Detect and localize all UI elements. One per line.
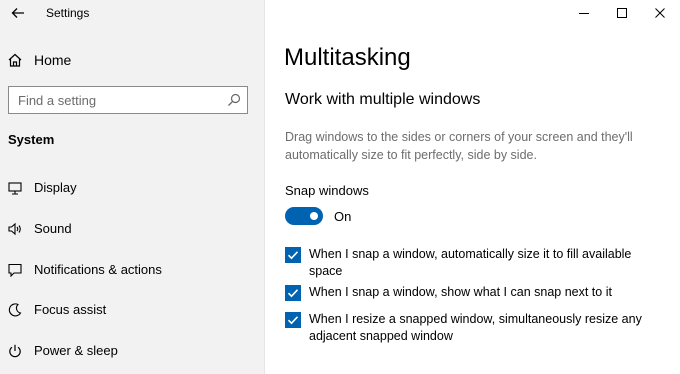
toggle-knob [310,212,318,220]
home-icon [8,53,22,67]
sidebar-item-label: Power & sleep [34,343,118,358]
option-label: When I snap a window, automatically size… [309,247,632,278]
focus-assist-icon [8,302,22,316]
sidebar-item-label: Display [34,180,77,195]
section-heading: Work with multiple windows [285,91,481,108]
sidebar-divider [264,0,265,374]
display-icon [8,181,22,195]
snap-windows-label: Snap windows [285,183,369,198]
search-icon[interactable] [227,93,241,107]
option-resize-adjacent-checkbox[interactable] [285,312,301,328]
sidebar: Settings Home System Display Sound Not [0,0,264,374]
minimize-button[interactable] [572,4,596,22]
page-title: Multitasking [284,44,411,71]
sidebar-item-power-sleep[interactable]: Power & sleep [8,343,118,358]
section-label-system: System [8,132,55,147]
snap-windows-toggle[interactable] [285,207,323,225]
maximize-button[interactable] [610,4,634,22]
sidebar-item-display[interactable]: Display [8,180,77,195]
maximize-icon [617,8,627,18]
option-show-snap-row: When I snap a window, show what I can sn… [285,284,654,301]
sidebar-item-label: Focus assist [34,302,107,317]
notifications-icon [8,263,22,277]
minimize-icon [579,13,589,14]
checkmark-icon [287,289,299,298]
back-button[interactable] [8,4,28,22]
section-description: Drag windows to the sides or corners of … [285,130,633,162]
sidebar-item-notifications[interactable]: Notifications & actions [8,262,162,277]
sidebar-item-focus-assist[interactable]: Focus assist [8,302,106,317]
toggle-state-label: On [334,208,352,224]
option-auto-size-checkbox[interactable] [285,247,301,263]
back-arrow-icon [11,8,24,18]
sidebar-item-sound[interactable]: Sound [8,221,72,236]
option-auto-size-row: When I snap a window, automatically size… [285,246,654,280]
option-label: When I snap a window, show what I can sn… [309,285,612,299]
checkmark-icon [287,251,299,260]
sidebar-item-home[interactable]: Home [8,52,71,68]
close-icon [655,8,665,18]
sidebar-item-label: Sound [34,221,72,236]
window-title: Settings [46,6,90,20]
close-button[interactable] [648,4,672,22]
home-label: Home [34,52,72,68]
option-show-snap-checkbox[interactable] [285,285,301,301]
sound-icon [8,222,21,235]
option-label: When I resize a snapped window, simultan… [309,312,642,343]
search-input[interactable] [9,87,218,113]
option-resize-adjacent-row: When I resize a snapped window, simultan… [285,311,654,345]
snap-windows-toggle-row: On [285,207,351,225]
power-icon [9,344,21,357]
sidebar-item-label: Notifications & actions [34,262,162,277]
search-box[interactable] [8,86,248,114]
checkmark-icon [287,316,299,325]
